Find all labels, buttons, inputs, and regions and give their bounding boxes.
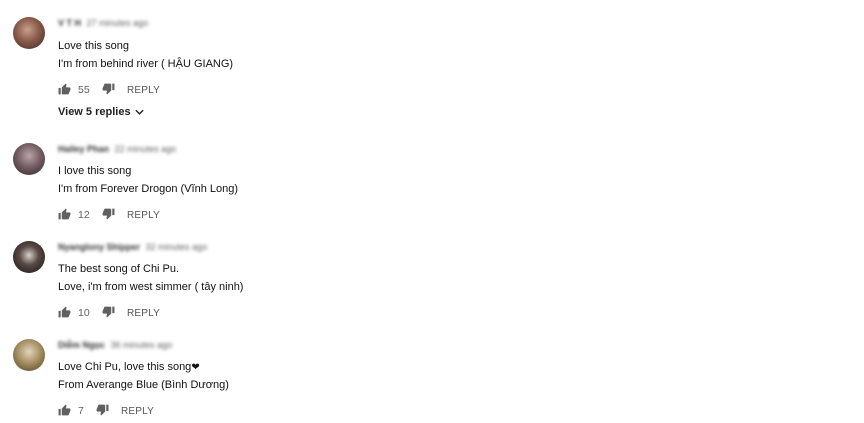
comment-text-line: Love, i'm from west simmer ( tây ninh) <box>58 281 244 293</box>
comment-text-line: I love this song <box>58 165 132 177</box>
comment-time[interactable]: 22 minutes ago <box>115 144 177 154</box>
reply-button[interactable]: REPLY <box>127 210 160 221</box>
thumbs-down-icon[interactable] <box>102 83 115 98</box>
comment-text-line: Love this song <box>58 40 129 52</box>
comment-text-line: From Averange Blue (Bình Dương) <box>58 379 229 391</box>
comment-text-line: I'm from Forever Drogon (Vĩnh Long) <box>58 183 239 195</box>
comment-time[interactable]: 36 minutes ago <box>111 340 173 350</box>
avatar[interactable] <box>13 17 45 49</box>
heart-emoji: ❤ <box>191 362 200 373</box>
comment-author-line: Hailey Phan 22 minutes ago <box>58 144 176 154</box>
comment-time[interactable]: 32 minutes ago <box>146 242 208 252</box>
view-replies-label: View 5 replies <box>58 106 131 118</box>
comment-text: Love Chi Pu, love this song <box>58 361 192 373</box>
comment-author-line: Diễm Ngọc 36 minutes ago <box>58 340 172 350</box>
like-count: 55 <box>78 84 90 96</box>
chevron-down-icon <box>134 109 144 115</box>
reply-button[interactable]: REPLY <box>121 406 154 417</box>
avatar[interactable] <box>13 241 45 273</box>
view-replies-button[interactable]: View 5 replies <box>58 106 144 118</box>
comment-text-line: Love Chi Pu, love this song❤ <box>58 360 200 375</box>
thumbs-up-icon[interactable] <box>58 83 71 98</box>
comment-author-line: V T H 27 minutes ago <box>58 18 148 28</box>
thumbs-up-icon[interactable] <box>58 306 71 321</box>
thumbs-up-icon[interactable] <box>58 404 71 419</box>
comment-actions: 7 REPLY <box>58 404 154 418</box>
like-count: 7 <box>78 405 84 417</box>
thumbs-up-icon[interactable] <box>58 208 71 223</box>
comment-author[interactable]: Nyanglony Shipper <box>58 242 140 252</box>
comment-actions: 12 REPLY <box>58 208 160 222</box>
comment-actions: 55 REPLY <box>58 83 160 97</box>
thumbs-down-icon[interactable] <box>102 306 115 321</box>
comment-text-line: I'm from behind river ( HẬU GIANG) <box>58 58 234 70</box>
reply-button[interactable]: REPLY <box>127 308 160 319</box>
comment-author[interactable]: Hailey Phan <box>58 144 109 154</box>
avatar[interactable] <box>13 339 45 371</box>
avatar[interactable] <box>13 143 45 175</box>
comment-time[interactable]: 27 minutes ago <box>87 18 149 28</box>
comment-author-line: Nyanglony Shipper 32 minutes ago <box>58 242 207 252</box>
comment-author[interactable]: Diễm Ngọc <box>58 340 105 350</box>
like-count: 12 <box>78 209 90 221</box>
thumbs-down-icon[interactable] <box>96 404 109 419</box>
thumbs-down-icon[interactable] <box>102 208 115 223</box>
comment-text-line: The best song of Chi Pu. <box>58 263 180 275</box>
comment-actions: 10 REPLY <box>58 306 160 320</box>
comment-author[interactable]: V T H <box>58 18 81 28</box>
reply-button[interactable]: REPLY <box>127 85 160 96</box>
like-count: 10 <box>78 307 90 319</box>
